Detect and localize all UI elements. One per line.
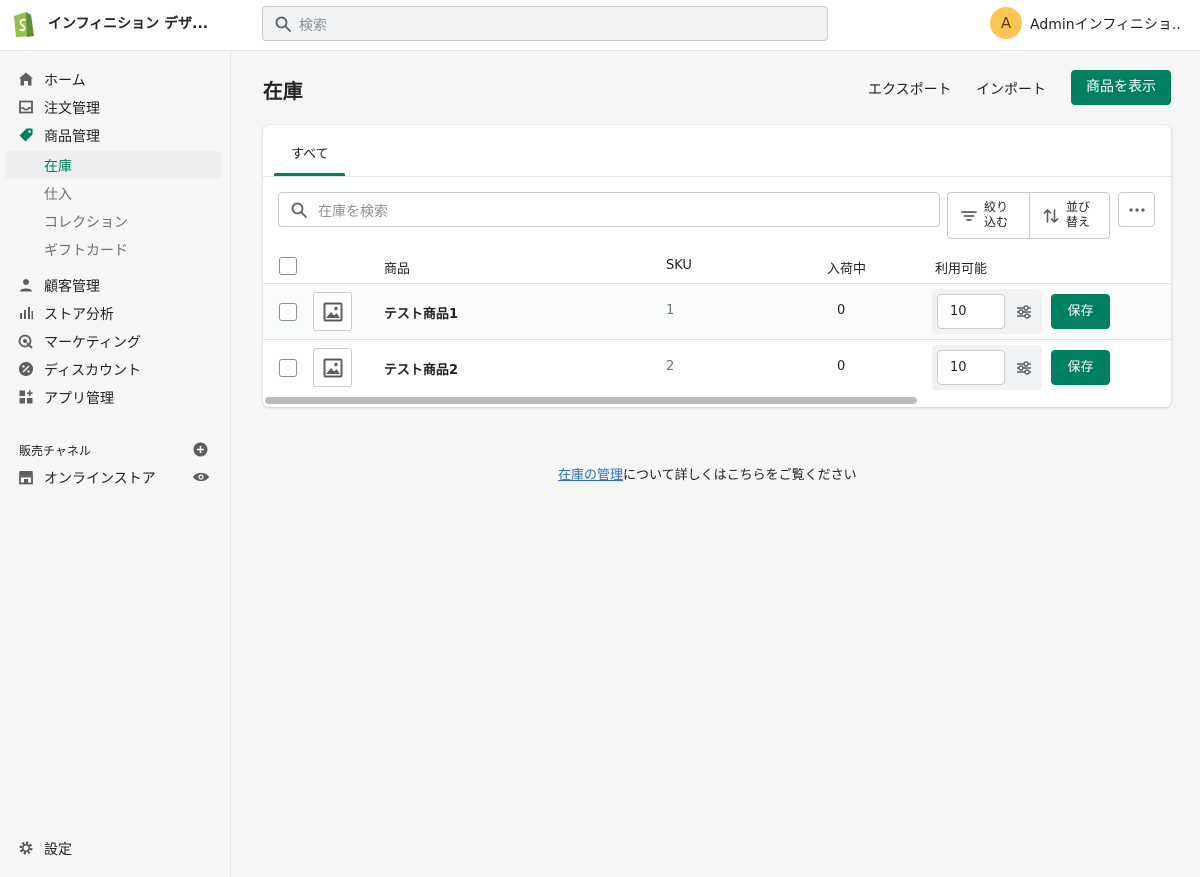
product-name[interactable]: テスト商品1 [384,303,458,322]
shopify-logo-icon[interactable] [10,10,36,38]
more-horizontal-icon [1129,208,1145,212]
available-quantity-input[interactable]: 10 [937,294,1005,329]
view-products-button[interactable]: 商品を表示 [1071,70,1171,105]
bar-chart-icon [20,307,33,319]
sidebar-subitem-inventory[interactable]: 在庫 [5,151,222,179]
sidebar-item-marketing[interactable]: マーケティング [0,327,231,355]
available-quantity-input[interactable]: 10 [937,350,1005,385]
store-icon [19,471,33,485]
available-quantity-field: 10 [932,289,1042,334]
product-thumbnail[interactable] [313,348,352,387]
filter-icon [961,211,977,221]
select-all-checkbox[interactable] [279,257,297,275]
global-search-input[interactable]: 検索 [262,6,828,41]
column-header-product[interactable]: 商品 [384,258,410,277]
available-quantity-field: 10 [932,345,1042,390]
filter-sort-group: 絞り 込む 並び 替え [947,192,1110,239]
table-row: テスト商品1 1 0 10 保存 [263,283,1171,339]
sidebar-item-analytics[interactable]: ストア分析 [0,299,231,327]
search-placeholder: 検索 [299,18,327,34]
sidebar: ホーム 注文管理 商品管理 在庫 仕入 コレクション ギフトカード 顧客管理 ス… [0,52,231,877]
footer-help-text: 在庫の管理について詳しくはこちらをご覧ください [558,464,857,483]
sidebar-item-discounts[interactable]: ディスカウント [0,355,231,383]
product-thumbnail[interactable] [313,292,352,331]
import-button[interactable]: インポート [976,79,1046,99]
inbox-icon [19,100,33,114]
sidebar-item-apps[interactable]: アプリ管理 [0,383,231,411]
footer-help-suffix: について詳しくはこちらをご覧ください [623,468,857,483]
add-channel-icon[interactable] [193,442,208,457]
tab-divider [263,176,1171,177]
sales-channels-heading: 販売チャネル [19,444,91,458]
column-header-sku[interactable]: SKU [666,258,692,273]
eye-icon[interactable] [192,470,210,484]
sidebar-item-settings[interactable]: 設定 [0,834,231,862]
person-icon [20,279,32,292]
sidebar-subitem-gift-cards[interactable]: ギフトカード [5,235,222,263]
sort-button[interactable]: 並び 替え [1029,193,1110,238]
manage-inventory-link[interactable]: 在庫の管理 [558,468,623,483]
apps-icon [19,390,33,404]
tab-all[interactable]: すべて [274,125,345,176]
sidebar-item-home[interactable]: ホーム [0,65,231,93]
image-placeholder-icon [323,358,343,378]
image-placeholder-icon [323,302,343,322]
user-name[interactable]: Adminインフィニショ... [1030,14,1180,34]
export-button[interactable]: エクスポート [868,79,952,99]
page-title: 在庫 [263,79,303,103]
adjust-icon[interactable] [1015,359,1033,377]
save-button[interactable]: 保存 [1051,350,1110,385]
sort-icon [1043,208,1059,224]
inventory-card: すべて 在庫を検索 絞り 込む 並び 替え 商品 SKU 入荷中 利用可能 テスト商… [263,125,1171,407]
table-row: テスト商品2 2 0 10 保存 [263,339,1171,395]
sidebar-item-products[interactable]: 商品管理 [0,121,231,149]
more-actions-button[interactable] [1118,192,1155,227]
sidebar-item-customers[interactable]: 顧客管理 [0,271,231,299]
incoming-quantity: 0 [837,303,846,318]
sidebar-subitem-collections[interactable]: コレクション [5,207,222,235]
incoming-quantity: 0 [837,359,846,374]
discount-icon [19,362,33,376]
row-checkbox[interactable] [279,359,297,377]
gear-icon [19,841,33,855]
row-checkbox[interactable] [279,303,297,321]
column-header-available[interactable]: 利用可能 [935,258,987,277]
user-avatar[interactable]: A [990,7,1022,39]
search-icon [291,202,307,218]
sidebar-subitem-transfers[interactable]: 仕入 [5,179,222,207]
store-name[interactable]: インフィニション デザ... [48,13,208,33]
column-header-incoming[interactable]: 入荷中 [827,258,866,277]
product-sku: 2 [666,359,675,374]
search-icon [275,16,291,32]
adjust-icon[interactable] [1015,303,1033,321]
tag-icon [19,128,33,142]
product-name[interactable]: テスト商品2 [384,359,458,378]
target-icon [18,334,33,349]
save-button[interactable]: 保存 [1051,294,1110,329]
inventory-search-input[interactable]: 在庫を検索 [278,192,940,227]
top-bar: インフィニション デザ... 検索 A Adminインフィニショ... [0,0,1200,51]
filter-button[interactable]: 絞り 込む [948,193,1029,238]
home-icon [19,72,33,86]
product-sku: 1 [666,303,675,318]
inventory-search-placeholder: 在庫を検索 [318,204,388,220]
sidebar-item-orders[interactable]: 注文管理 [0,93,231,121]
horizontal-scrollbar[interactable] [265,397,917,404]
